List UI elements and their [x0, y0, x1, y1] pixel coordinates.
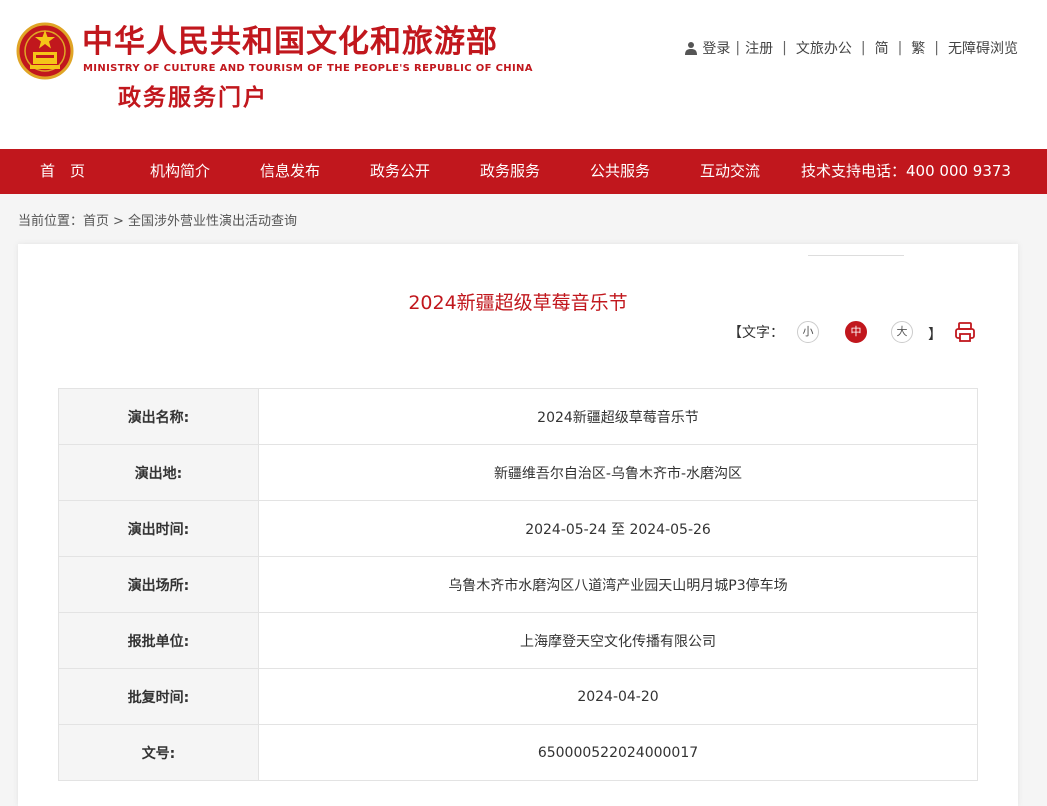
font-small-button[interactable]: 小 — [797, 321, 819, 343]
simplified-chinese-link[interactable]: 简 — [875, 38, 889, 58]
table-row: 批复时间: 2024-04-20 — [58, 668, 978, 725]
separator: | — [897, 40, 903, 56]
top-links: 登录 | 注册 | 文旅办公 | 简 | 繁 | 无障碍浏览 — [684, 38, 1018, 58]
row-value: 650000522024000017 — [258, 724, 978, 781]
national-emblem-icon — [16, 22, 74, 80]
separator: | — [782, 40, 787, 56]
portal-subtitle: 政务服务门户 — [118, 85, 268, 111]
table-row: 演出地: 新疆维吾尔自治区-乌鲁木齐市-水磨沟区 — [58, 444, 978, 501]
register-link[interactable]: 注册 — [745, 38, 773, 58]
breadcrumb-current[interactable]: 全国涉外营业性演出活动查询 — [128, 214, 297, 229]
performance-info-table: 演出名称: 2024新疆超级草莓音乐节 演出地: 新疆维吾尔自治区-乌鲁木齐市-水磨沟… — [58, 388, 978, 781]
breadcrumb-prefix: 当前位置： — [18, 214, 84, 229]
row-label: 演出名称: — [58, 388, 259, 445]
row-label: 批复时间: — [58, 668, 259, 725]
row-label: 报批单位: — [58, 612, 259, 669]
accessibility-link[interactable]: 无障碍浏览 — [948, 38, 1018, 58]
table-row: 报批单位: 上海摩登天空文化传播有限公司 — [58, 612, 978, 669]
row-label: 演出地: — [58, 444, 259, 501]
login-link[interactable]: 登录 — [702, 38, 730, 58]
separator: | — [735, 40, 741, 56]
traditional-chinese-link[interactable]: 繁 — [911, 38, 925, 58]
nav-item-news[interactable]: 信息发布 — [260, 149, 320, 194]
table-row: 演出时间: 2024-05-24 至 2024-05-26 — [58, 500, 978, 557]
font-size-label-close: 】 — [928, 327, 942, 343]
nav-item-interaction[interactable]: 互动交流 — [700, 149, 760, 194]
nav-item-public-services[interactable]: 公共服务 — [590, 149, 650, 194]
table-row: 文号: 650000522024000017 — [58, 724, 978, 781]
row-value: 2024-04-20 — [258, 668, 978, 725]
font-size-label: 【文字： — [728, 325, 784, 341]
user-icon — [685, 42, 698, 55]
row-label: 演出时间: — [58, 500, 259, 557]
separator: | — [860, 40, 866, 56]
table-row: 演出场所: 乌鲁木齐市水磨沟区八道湾产业园天山明月城P3停车场 — [58, 556, 978, 613]
row-value: 上海摩登天空文化传播有限公司 — [258, 612, 978, 669]
font-size-controls: 【文字： — [728, 320, 784, 344]
nav-item-services[interactable]: 政务服务 — [480, 149, 540, 194]
row-value: 乌鲁木齐市水磨沟区八道湾产业园天山明月城P3停车场 — [258, 556, 978, 613]
main-nav: 首 页 机构简介 信息发布 政务公开 政务服务 公共服务 互动交流 技术支持电话… — [0, 149, 1047, 194]
row-value: 新疆维吾尔自治区-乌鲁木齐市-水磨沟区 — [258, 444, 978, 501]
nav-item-about[interactable]: 机构简介 — [150, 149, 210, 194]
row-label: 文号: — [58, 724, 259, 781]
office-link[interactable]: 文旅办公 — [796, 38, 852, 58]
row-value: 2024新疆超级草莓音乐节 — [258, 388, 978, 445]
breadcrumb-arrow: > — [113, 214, 124, 229]
font-medium-button[interactable]: 中 — [845, 321, 867, 343]
font-large-button[interactable]: 大 — [891, 321, 913, 343]
nav-item-home[interactable]: 首 页 — [40, 149, 85, 194]
font-size-track — [808, 255, 904, 256]
article-title: 2024新疆超级草莓音乐节 — [408, 292, 628, 314]
nav-item-disclosure[interactable]: 政务公开 — [370, 149, 430, 194]
site-header: 中华人民共和国文化和旅游部 MINISTRY OF CULTURE AND TO… — [0, 0, 1047, 149]
print-icon[interactable] — [954, 321, 976, 343]
support-hotline: 技术支持电话：400 000 9373 — [801, 162, 1011, 180]
table-row: 演出名称: 2024新疆超级草莓音乐节 — [58, 388, 978, 445]
content-card: 2024新疆超级草莓音乐节 【文字： 小 中 大 】 演出名称: 2024新疆超级… — [18, 244, 1018, 806]
site-title: 中华人民共和国文化和旅游部 — [82, 24, 498, 60]
breadcrumb-home-link[interactable]: 首页 — [83, 214, 109, 229]
site-title-english: MINISTRY OF CULTURE AND TOURISM OF THE P… — [83, 63, 533, 74]
row-label: 演出场所: — [58, 556, 259, 613]
row-value: 2024-05-24 至 2024-05-26 — [258, 500, 978, 557]
breadcrumb: 当前位置：首页 > 全国涉外营业性演出活动查询 — [18, 210, 297, 229]
separator: | — [934, 40, 939, 56]
